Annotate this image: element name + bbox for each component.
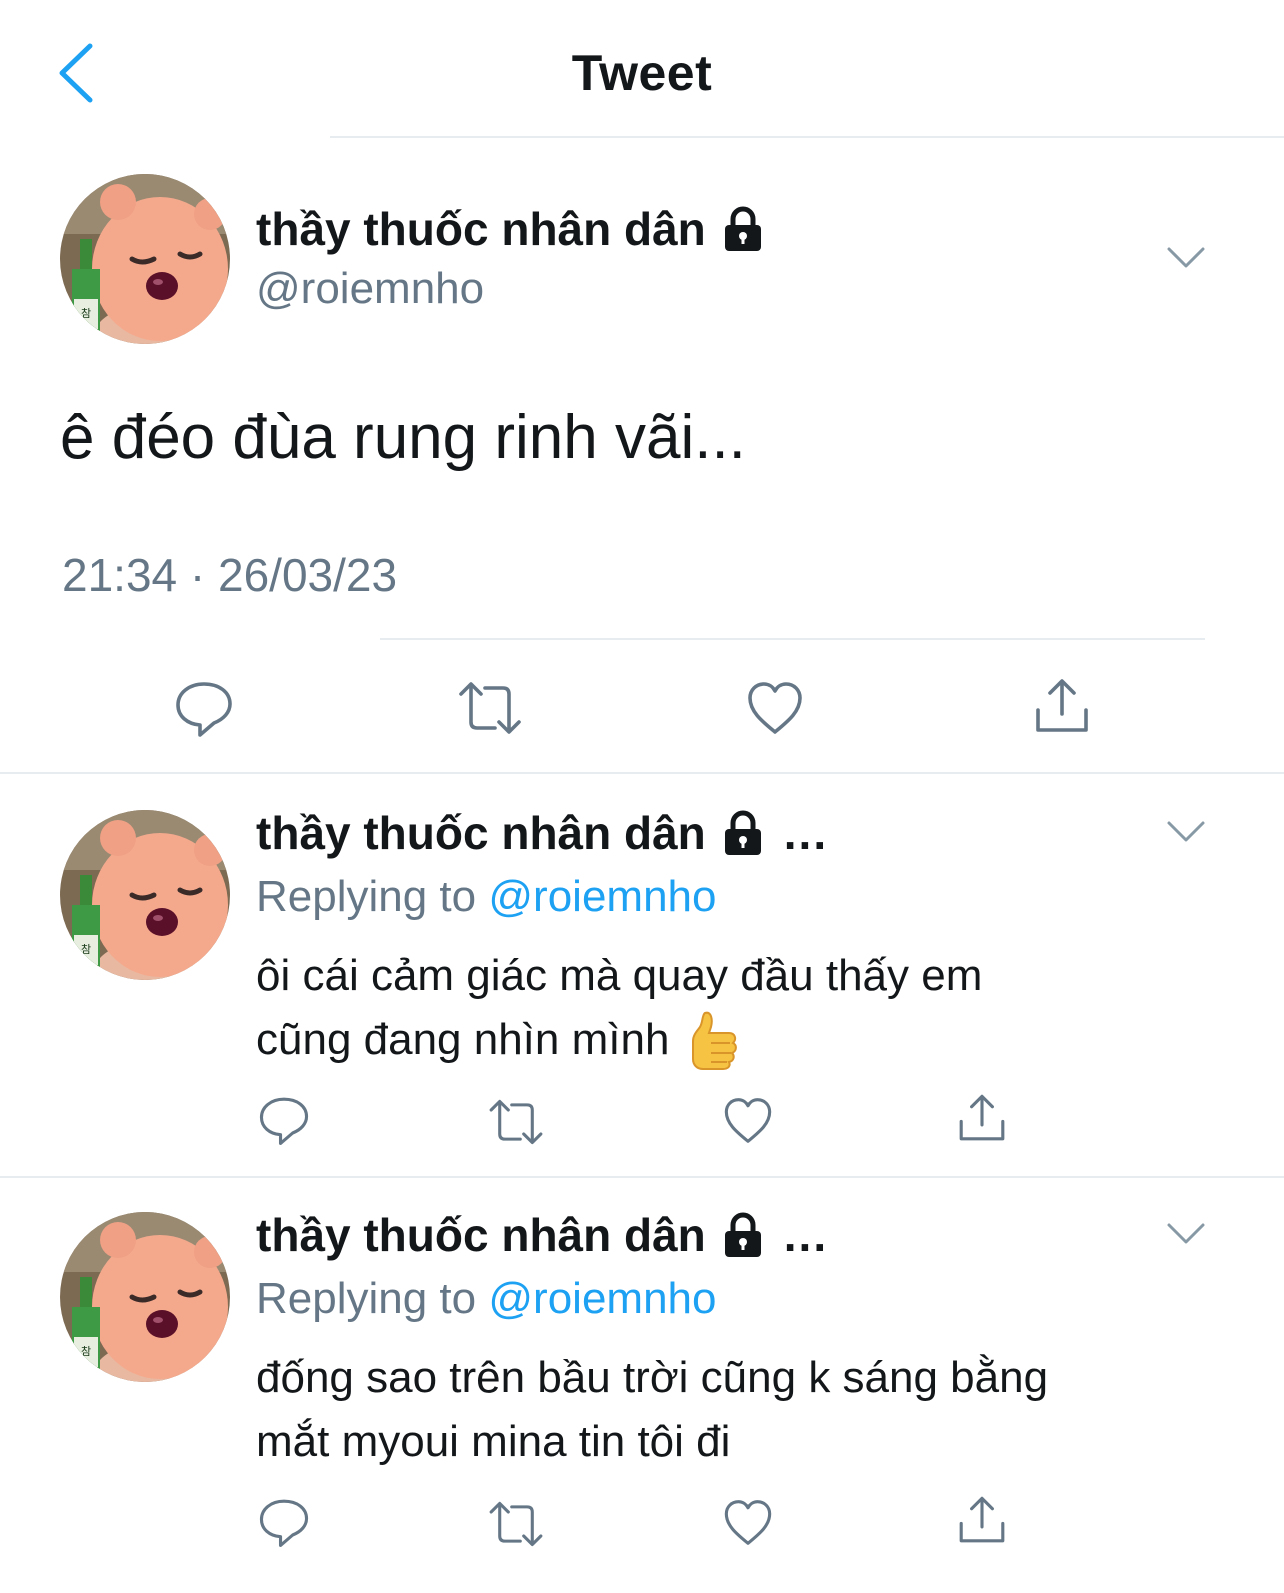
display-name[interactable]: thầy thuốc nhân dân: [256, 202, 766, 256]
display-name-text: thầy thuốc nhân dân: [256, 203, 706, 255]
replying-to: Replying to @roiemnho: [256, 872, 716, 922]
reply-button[interactable]: [258, 1094, 310, 1151]
reply-text: đống sao trên bầu trời cũng k sáng bằng …: [256, 1346, 1048, 1474]
reply-button[interactable]: [174, 678, 234, 743]
lock-icon: [720, 1212, 766, 1258]
reply-text-line: mắt myoui mina tin tôi đi: [256, 1417, 731, 1466]
retweet-button[interactable]: [486, 1498, 546, 1555]
user-handle[interactable]: @roiemnho: [256, 264, 484, 314]
share-icon: [1032, 676, 1092, 736]
replying-to-handle[interactable]: @roiemnho: [488, 1274, 716, 1323]
tweet-options-button[interactable]: [1166, 1222, 1206, 1246]
tweet-options-button[interactable]: [1166, 246, 1206, 270]
actions-divider: [0, 772, 1284, 774]
timestamp-divider: [380, 638, 1205, 640]
lock-icon: [720, 810, 766, 856]
lock-icon: [720, 206, 766, 252]
reply-display-name[interactable]: thầy thuốc nhân dân ...: [256, 1208, 828, 1262]
replying-to-label: Replying to: [256, 872, 477, 921]
chevron-down-icon: [1166, 1222, 1206, 1246]
reply-icon: [258, 1094, 310, 1146]
display-name-text: thầy thuốc nhân dân: [256, 1209, 706, 1261]
heart-icon: [722, 1096, 774, 1145]
retweet-button[interactable]: [455, 678, 525, 743]
reply-icon: [258, 1496, 310, 1548]
reply-icon: [174, 678, 234, 738]
share-button[interactable]: [956, 1092, 1008, 1149]
truncation-ellipsis: ...: [783, 807, 829, 859]
avatar-image: [60, 174, 230, 344]
like-button[interactable]: [722, 1498, 774, 1552]
avatar[interactable]: [60, 174, 230, 344]
reply-text-line: cũng đang nhìn mình: [256, 1015, 670, 1064]
share-button[interactable]: [1032, 676, 1092, 741]
page-title: Tweet: [571, 45, 713, 101]
retweet-icon: [455, 678, 525, 738]
share-icon: [956, 1092, 1008, 1144]
display-name-text: thầy thuốc nhân dân: [256, 807, 706, 859]
avatar[interactable]: [60, 810, 230, 980]
tweet-text: ê đéo đùa rung rinh vãi...: [60, 403, 746, 472]
share-button[interactable]: [956, 1494, 1008, 1551]
reply-text-line: ôi cái cảm giác mà quay đầu thấy em: [256, 951, 983, 1000]
thumbs-up-emoji-icon: [692, 1011, 738, 1070]
retweet-icon: [486, 1096, 546, 1148]
replying-to-label: Replying to: [256, 1274, 477, 1323]
chevron-down-icon: [1166, 820, 1206, 844]
reply-text-line: đống sao trên bầu trời cũng k sáng bằng: [256, 1353, 1049, 1402]
replying-to: Replying to @roiemnho: [256, 1274, 716, 1324]
tweet-timestamp: 21:34 · 26/03/23: [62, 549, 398, 601]
heart-icon: [745, 680, 805, 736]
like-button[interactable]: [745, 680, 805, 741]
heart-icon: [722, 1498, 774, 1547]
retweet-button[interactable]: [486, 1096, 546, 1153]
reply-divider: [0, 1176, 1284, 1178]
header-divider: [330, 136, 1284, 138]
truncation-ellipsis: ...: [783, 1209, 829, 1261]
avatar-image: [60, 1212, 230, 1382]
reply-button[interactable]: [258, 1496, 310, 1553]
share-icon: [956, 1494, 1008, 1546]
avatar-image: [60, 810, 230, 980]
avatar[interactable]: [60, 1212, 230, 1382]
tweet-options-button[interactable]: [1166, 820, 1206, 844]
like-button[interactable]: [722, 1096, 774, 1150]
chevron-down-icon: [1166, 246, 1206, 270]
reply-display-name[interactable]: thầy thuốc nhân dân ...: [256, 806, 828, 860]
retweet-icon: [486, 1498, 546, 1550]
reply-text-line-2: cũng đang nhìn mình: [256, 1008, 982, 1072]
reply-text: ôi cái cảm giác mà quay đầu thấy em cũng…: [256, 944, 982, 1072]
replying-to-handle[interactable]: @roiemnho: [488, 872, 716, 921]
